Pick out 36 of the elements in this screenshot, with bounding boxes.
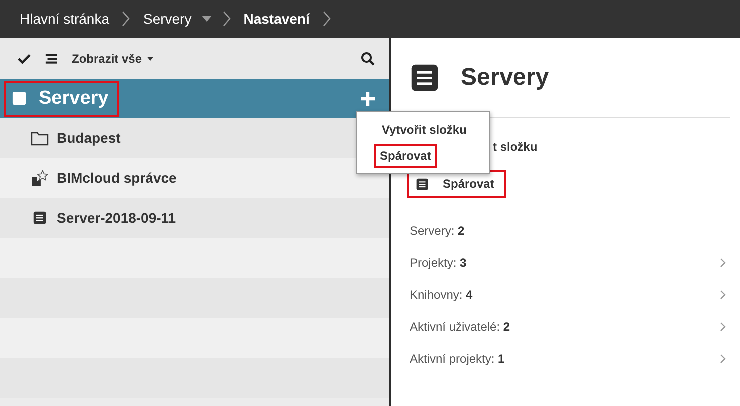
server-icon xyxy=(12,91,27,106)
stat-text: Aktivní uživatelé: 2 xyxy=(410,320,510,334)
stat-text: Servery: 2 xyxy=(410,224,465,238)
tree-item[interactable]: Budapest xyxy=(57,130,121,146)
chevron-icon xyxy=(222,11,231,27)
stat-text: Knihovny: 4 xyxy=(410,288,473,302)
search-icon[interactable] xyxy=(361,52,375,66)
caret-icon[interactable] xyxy=(147,56,154,60)
chevron-icon[interactable] xyxy=(720,322,726,332)
chevron-icon[interactable] xyxy=(720,290,726,300)
stat-text: Projekty: 3 xyxy=(410,256,467,270)
tree-root-label: Servery xyxy=(39,88,109,110)
breadcrumb-link[interactable]: Servery xyxy=(143,11,192,27)
add-icon[interactable] xyxy=(361,92,375,106)
menu-item[interactable]: Spárovat xyxy=(374,144,438,168)
server-icon xyxy=(416,178,429,190)
breadcrumb-link[interactable]: Nastavení xyxy=(244,11,310,27)
menu-item[interactable]: Vytvořit složku xyxy=(376,118,473,142)
server-icon xyxy=(33,211,47,225)
star-building-icon xyxy=(31,170,49,186)
filter-dropdown[interactable]: Zobrazit vše xyxy=(72,52,154,66)
folder-icon xyxy=(31,130,49,146)
list-icon[interactable] xyxy=(45,52,58,64)
chevron-icon xyxy=(322,11,331,27)
action-label[interactable]: t složku xyxy=(493,140,538,154)
chevron-icon[interactable] xyxy=(720,354,726,364)
stat-text: Aktivní projekty: 1 xyxy=(410,352,505,366)
tree-root-row[interactable]: Servery xyxy=(0,79,389,118)
checkmark-icon[interactable] xyxy=(18,52,31,64)
tree-item[interactable]: Server-2018-09-11 xyxy=(57,210,176,226)
chevron-icon xyxy=(122,11,130,27)
tree-item[interactable]: BIMcloud správce xyxy=(57,170,177,186)
panel-title: Servery xyxy=(461,64,550,92)
breadcrumb-link[interactable]: Hlavní stránka xyxy=(20,11,110,27)
chevron-icon[interactable] xyxy=(720,258,726,268)
caret-icon[interactable] xyxy=(202,16,212,22)
